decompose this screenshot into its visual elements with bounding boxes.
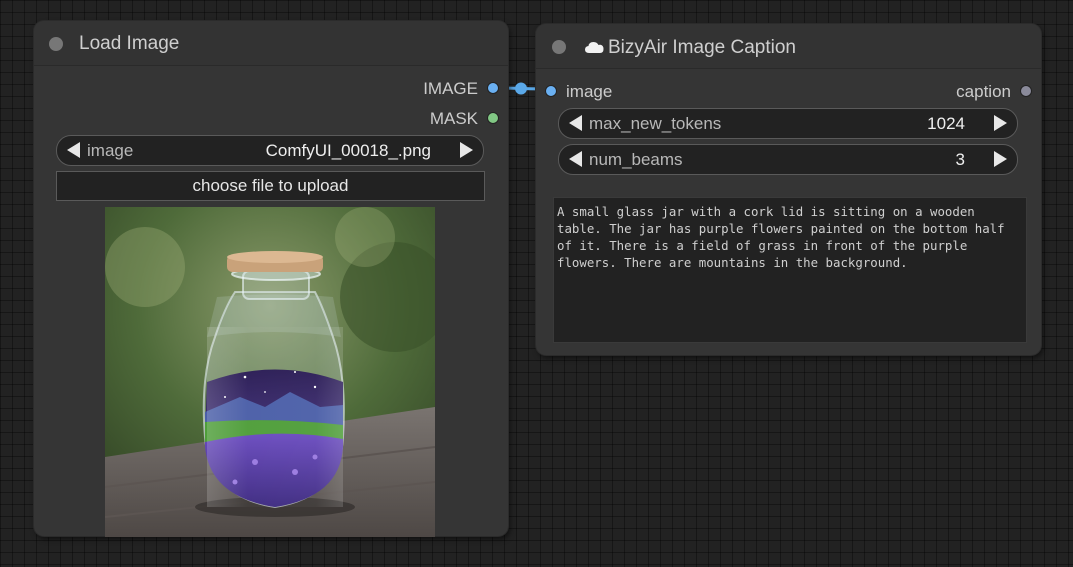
load-image-title: Load Image	[79, 33, 180, 54]
combo-left-arrow-icon[interactable]	[67, 142, 80, 158]
num-beams-widget[interactable]: num_beams 3	[558, 144, 1018, 175]
caption-text-output[interactable]: A small glass jar with a cork lid is sit…	[553, 197, 1027, 343]
increment-arrow-icon[interactable]	[994, 151, 1007, 167]
collapse-dot-icon[interactable]	[552, 40, 566, 54]
collapse-dot-icon[interactable]	[49, 37, 63, 51]
load-image-node[interactable]: Load Image IMAGE MASK image ComfyUI_0001…	[34, 21, 508, 537]
output-caption-slot[interactable]	[1020, 85, 1032, 97]
max-new-tokens-value[interactable]: 1024	[927, 114, 965, 134]
max-new-tokens-name: max_new_tokens	[589, 114, 722, 133]
decrement-arrow-icon[interactable]	[569, 115, 582, 131]
max-new-tokens-widget[interactable]: max_new_tokens 1024	[558, 108, 1018, 139]
num-beams-name: num_beams	[589, 150, 683, 169]
input-image-label: image	[566, 82, 613, 101]
image-combo-name: image	[87, 141, 134, 160]
image-preview	[105, 207, 435, 537]
caption-node-title-bar[interactable]: BizyAir Image Caption	[536, 24, 1041, 69]
decrement-arrow-icon[interactable]	[569, 151, 582, 167]
image-combo-widget[interactable]: image ComfyUI_00018_.png	[56, 135, 484, 166]
caption-node-title: BizyAir Image Caption	[608, 37, 796, 58]
output-mask-slot[interactable]	[487, 112, 499, 124]
output-caption-label: caption	[956, 82, 1011, 101]
output-image-label: IMAGE	[423, 79, 478, 98]
image-combo-value: ComfyUI_00018_.png	[265, 141, 431, 160]
bizyair-image-caption-node[interactable]: BizyAir Image Caption image caption max_…	[536, 24, 1041, 355]
input-image-slot[interactable]	[545, 85, 557, 97]
increment-arrow-icon[interactable]	[994, 115, 1007, 131]
load-image-node-title-bar[interactable]: Load Image	[34, 21, 508, 66]
cloud-icon	[585, 42, 604, 53]
combo-right-arrow-icon[interactable]	[460, 142, 473, 158]
output-image-slot[interactable]	[487, 82, 499, 94]
output-mask-label: MASK	[429, 109, 478, 128]
choose-file-upload-button[interactable]: choose file to upload	[56, 171, 485, 201]
glass-jar-preview-image	[105, 207, 435, 537]
num-beams-value[interactable]: 3	[956, 150, 965, 170]
